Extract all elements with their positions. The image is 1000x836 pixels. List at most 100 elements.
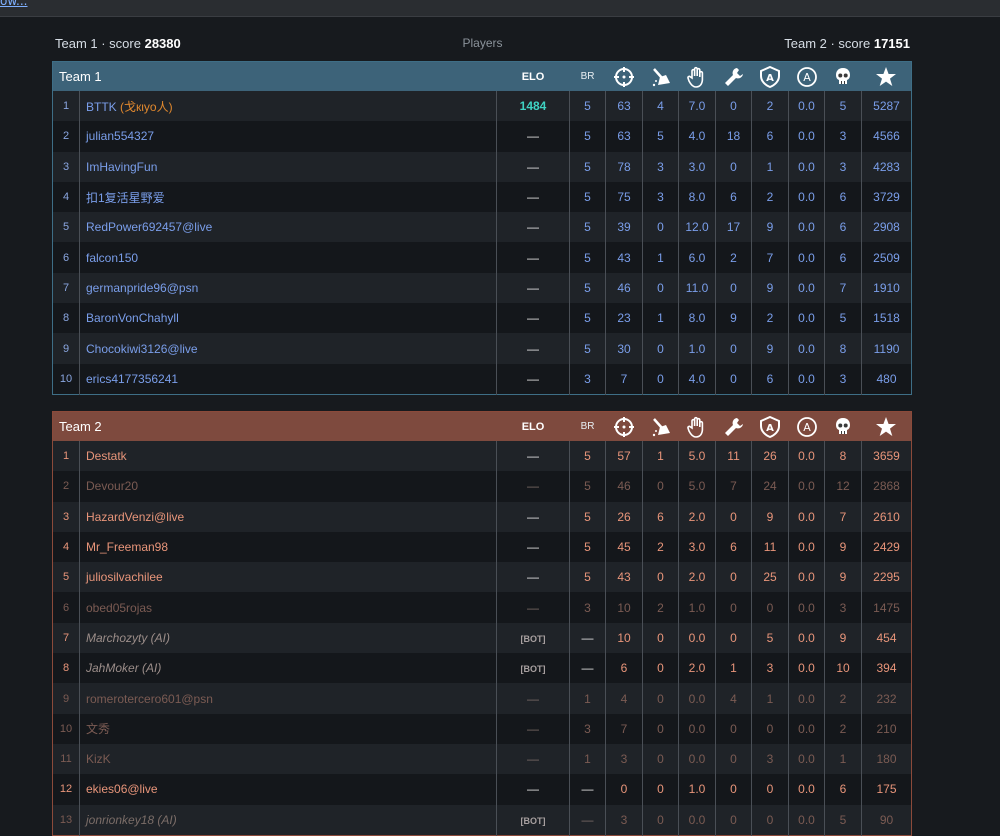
stat-repairs: 0 <box>715 363 752 395</box>
player-name[interactable]: Devour20 <box>86 479 138 493</box>
player-name-cell[interactable]: 扣1复活星野爱 <box>78 181 497 213</box>
shield-a-column-header[interactable]: A <box>752 62 789 92</box>
stat-captures: 12.0 <box>678 212 716 243</box>
stat-a-score: 0.0 <box>788 471 825 502</box>
player-name[interactable]: HazardVenzi@live <box>86 510 184 524</box>
player-row[interactable]: 8 BaronVonChahyll —5 23 1 8.0 9 2 0.0 5 1518 <box>52 303 912 334</box>
player-name[interactable]: 扣1复活星野爱 <box>86 191 165 205</box>
player-row[interactable]: 5 RedPower692457@live —5 39 0 12.0 17 9 0.0 6 2908 <box>52 212 912 243</box>
player-name-cell[interactable]: obed05rojas <box>78 592 497 623</box>
player-name-cell[interactable]: romerotercero601@psn <box>78 683 497 714</box>
player-name-cell[interactable]: Devour20 <box>78 471 497 502</box>
player-name-cell[interactable]: HazardVenzi@live <box>78 501 497 532</box>
player-row[interactable]: 2 Devour20 —5 46 0 5.0 7 24 0.0 12 2868 <box>52 471 912 502</box>
star-column-header[interactable] <box>862 412 912 442</box>
player-name-cell[interactable]: julian554327 <box>78 121 497 152</box>
sweep-column-header[interactable] <box>643 412 679 442</box>
player-name[interactable]: obed05rojas <box>86 601 152 615</box>
player-row[interactable]: 3 ImHavingFun —5 78 3 3.0 0 1 0.0 3 4283 <box>52 151 912 182</box>
player-row[interactable]: 10 文秀 —3 7 0 0.0 0 0 0.0 2 210 <box>52 713 912 744</box>
player-name-cell[interactable]: Chocokiwi3126@live <box>78 333 497 364</box>
player-row[interactable]: 12 ekies06@live — —0 0 1.0 0 0 0.0 6 175 <box>52 774 912 805</box>
player-row[interactable]: 3 HazardVenzi@live —5 26 6 2.0 0 9 0.0 7 2610 <box>52 501 912 532</box>
elo-column-header[interactable]: ELO <box>497 412 570 442</box>
player-name[interactable]: jonrionkey18 (AI) <box>86 813 177 827</box>
player-name[interactable]: 文秀 <box>86 722 110 736</box>
star-column-header[interactable] <box>862 62 912 92</box>
player-name[interactable]: ekies06@live <box>86 782 158 796</box>
player-name[interactable]: RedPower692457@live <box>86 220 212 234</box>
player-row[interactable]: 1 BTTK (戈кιуο人) 1484 5 63 4 7.0 0 2 0.0 5 5287 <box>52 91 912 122</box>
player-row[interactable]: 7 germanpride96@psn —5 46 0 11.0 0 9 0.0 7 1910 <box>52 272 912 304</box>
player-name-cell[interactable]: 文秀 <box>78 713 497 744</box>
player-name[interactable]: falcon150 <box>86 251 138 265</box>
player-row[interactable]: 4 扣1复活星野爱 —5 75 3 8.0 6 2 0.0 6 3729 <box>52 181 912 213</box>
player-name-cell[interactable]: juliosilvachilee <box>78 562 497 593</box>
player-name-cell[interactable]: KizK <box>78 743 497 775</box>
shield-a-icon: A <box>760 65 781 88</box>
circle-a-column-header[interactable]: A <box>789 412 825 442</box>
skull-column-header[interactable] <box>825 62 862 92</box>
player-row[interactable]: 9 Chocokiwi3126@live —5 30 0 1.0 0 9 0.0 8 1190 <box>52 333 912 364</box>
player-name[interactable]: julian554327 <box>86 129 154 143</box>
wrench-column-header[interactable] <box>716 62 752 92</box>
player-row[interactable]: 7 Marchozyty (AI) [BOT] —10 0 0.0 0 5 0.0 9 454 <box>52 622 912 654</box>
elo-column-header[interactable]: ELO <box>497 62 570 92</box>
circle-a-column-header[interactable]: A <box>789 62 825 92</box>
player-row[interactable]: 1 Destatk —5 57 1 5.0 11 26 0.0 8 3659 <box>52 441 912 472</box>
top-link[interactable]: ow... <box>0 0 28 8</box>
player-name-cell[interactable]: BTTK (戈кιуο人) <box>78 91 497 122</box>
stat-assists: 0 <box>642 562 679 593</box>
player-name[interactable]: Destatk <box>86 449 127 463</box>
player-br: 5 <box>569 333 606 364</box>
crosshair-column-header[interactable] <box>606 412 643 442</box>
player-name[interactable]: erics4177356241 <box>86 372 178 386</box>
player-row[interactable]: 6 falcon150—5 43 1 6.0 2 7 0.0 6 2509 <box>52 242 912 273</box>
player-br: 5 <box>569 501 606 532</box>
stat-deaths: 12 <box>824 471 862 502</box>
crosshair-column-header[interactable] <box>606 62 643 92</box>
player-name-cell[interactable]: germanpride96@psn <box>78 272 497 304</box>
player-row[interactable]: 11 KizK —1 3 0 0.0 0 3 0.0 1 180 <box>52 743 912 775</box>
player-name-cell[interactable]: Marchozyty (AI) <box>78 622 497 654</box>
player-row[interactable]: 2 julian554327—5 63 5 4.0 18 6 0.0 3 4566 <box>52 121 912 152</box>
hand-column-header[interactable] <box>679 412 716 442</box>
player-name[interactable]: Marchozyty (AI) <box>86 631 170 645</box>
player-row[interactable]: 6 obed05rojas —3 10 2 1.0 0 0 0.0 3 1475 <box>52 592 912 623</box>
player-row[interactable]: 4 Mr_Freeman98 —5 45 2 3.0 6 11 0.0 9 2429 <box>52 531 912 563</box>
player-name[interactable]: Mr_Freeman98 <box>86 540 168 554</box>
player-name-cell[interactable]: RedPower692457@live <box>78 212 497 243</box>
player-row[interactable]: 5 juliosilvachilee —5 43 0 2.0 0 25 0.0 9 2295 <box>52 562 912 593</box>
player-name-cell[interactable]: falcon150 <box>78 242 497 273</box>
player-name-cell[interactable]: Destatk <box>78 441 497 472</box>
player-elo: — <box>496 713 570 744</box>
player-name-cell[interactable]: Mr_Freeman98 <box>78 531 497 563</box>
shield-a-column-header[interactable]: A <box>752 412 789 442</box>
br-column-header[interactable]: BR <box>570 62 606 92</box>
player-name[interactable]: BTTK <box>86 100 117 114</box>
sweep-column-header[interactable] <box>643 62 679 92</box>
player-name-cell[interactable]: ImHavingFun <box>78 151 497 182</box>
player-name-cell[interactable]: erics4177356241 <box>78 363 497 395</box>
skull-column-header[interactable] <box>825 412 862 442</box>
player-name[interactable]: juliosilvachilee <box>86 570 163 584</box>
player-name[interactable]: JahMoker (AI) <box>86 661 161 675</box>
player-elo: — <box>496 212 570 243</box>
wrench-column-header[interactable] <box>716 412 752 442</box>
player-name-cell[interactable]: BaronVonChahyll <box>78 303 497 334</box>
br-column-header[interactable]: BR <box>570 412 606 442</box>
player-name-cell[interactable]: ekies06@live <box>78 774 497 805</box>
stat-a-score: 0.0 <box>788 212 825 243</box>
player-name-cell[interactable]: JahMoker (AI) <box>78 653 497 684</box>
hand-column-header[interactable] <box>679 62 716 92</box>
player-name[interactable]: KizK <box>86 752 111 766</box>
stat-score: 175 <box>861 774 912 805</box>
player-name[interactable]: germanpride96@psn <box>86 281 198 295</box>
player-row[interactable]: 10 erics4177356241—3 7 0 4.0 0 6 0.0 3 480 <box>52 363 912 395</box>
player-name[interactable]: ImHavingFun <box>86 160 157 174</box>
player-row[interactable]: 8 JahMoker (AI) [BOT] —6 0 2.0 1 3 0.0 10 394 <box>52 653 912 684</box>
player-name[interactable]: BaronVonChahyll <box>86 311 179 325</box>
player-name[interactable]: romerotercero601@psn <box>86 692 213 706</box>
player-row[interactable]: 9 romerotercero601@psn —1 4 0 0.0 4 1 0.0 2 232 <box>52 683 912 714</box>
player-name[interactable]: Chocokiwi3126@live <box>86 342 198 356</box>
